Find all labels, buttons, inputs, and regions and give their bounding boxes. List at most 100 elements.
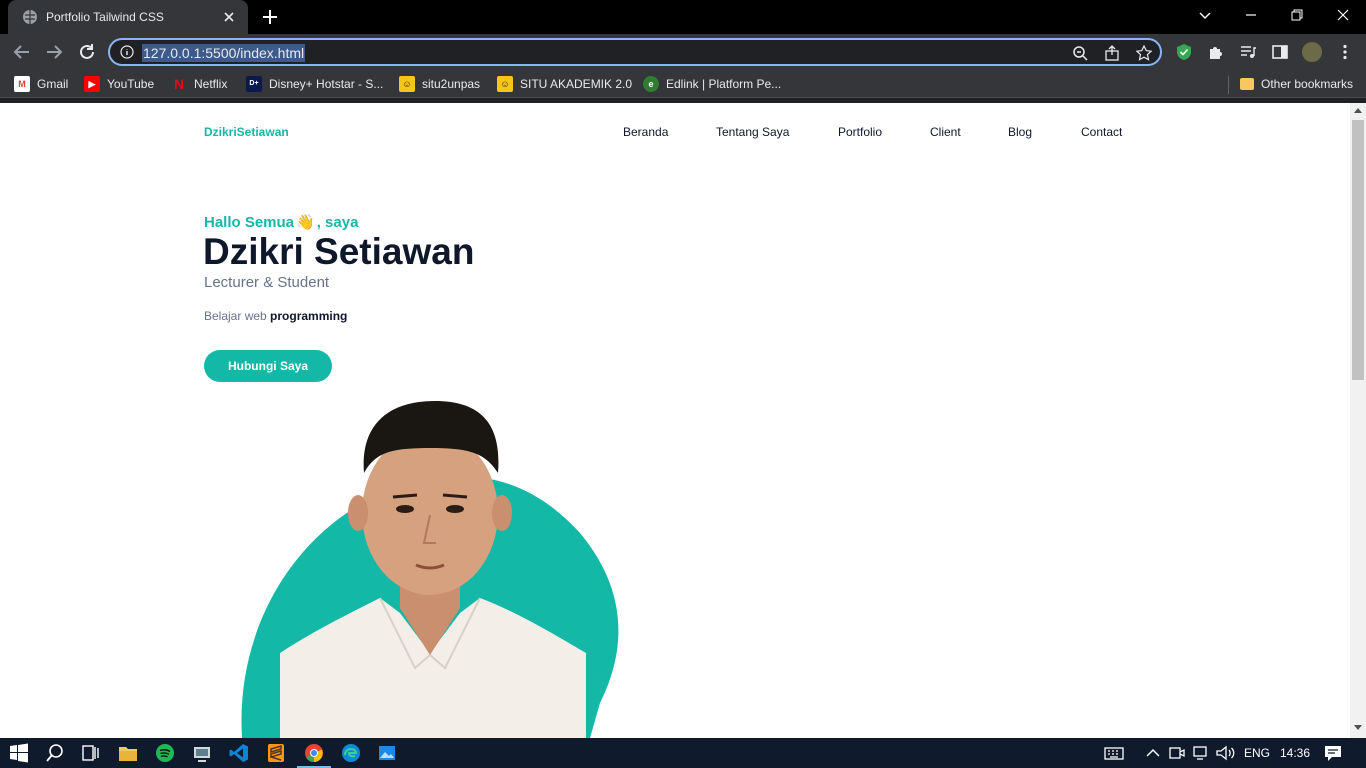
- tab-title: Portfolio Tailwind CSS: [46, 10, 164, 24]
- bookmark-youtube[interactable]: ▶ YouTube: [84, 75, 154, 93]
- file-explorer-icon[interactable]: [118, 743, 138, 763]
- hotstar-icon: D+: [246, 76, 262, 92]
- bookmarks-bar: M Gmail ▶ YouTube N Netflix D+ Disney+ Hotst…: [0, 70, 1366, 98]
- meet-now-icon[interactable]: [1167, 743, 1187, 763]
- nav-client[interactable]: Client: [930, 125, 961, 139]
- notifications-icon[interactable]: [1323, 743, 1343, 763]
- greeting-text: Hallo Semua: [204, 214, 295, 231]
- close-tab-icon[interactable]: [220, 8, 238, 26]
- bookmark-label: SITU AKADEMIK 2.0: [520, 77, 633, 91]
- nav-blog[interactable]: Blog: [1008, 125, 1032, 139]
- close-window-button[interactable]: [1320, 0, 1366, 30]
- adblock-shield-icon[interactable]: [1175, 43, 1193, 61]
- nav-tentang-saya[interactable]: Tentang Saya: [716, 125, 789, 139]
- tab-search-button[interactable]: [1182, 0, 1228, 30]
- hero-role: Lecturer & Student: [204, 274, 330, 291]
- nav-beranda[interactable]: Beranda: [623, 125, 668, 139]
- search-icon[interactable]: [45, 743, 65, 763]
- bookmark-hotstar[interactable]: D+ Disney+ Hotstar - S...: [246, 75, 383, 93]
- vscode-icon[interactable]: [229, 743, 249, 763]
- task-view-icon[interactable]: [80, 743, 100, 763]
- greeting-suffix: , saya: [316, 214, 359, 231]
- bookmark-label: YouTube: [107, 77, 155, 91]
- waving-hand-emoji: 👋: [296, 214, 315, 231]
- scrollbar-thumb[interactable]: [1352, 120, 1364, 380]
- share-icon[interactable]: [1104, 45, 1120, 61]
- scroll-up-icon[interactable]: [1354, 108, 1362, 113]
- close-icon: [1337, 9, 1349, 21]
- volume-icon[interactable]: [1215, 743, 1235, 763]
- bookmark-label: Edlink | Platform Pe...: [666, 77, 782, 91]
- keyboard-icon[interactable]: [1104, 743, 1124, 763]
- site-info-icon[interactable]: [120, 45, 134, 59]
- brand-logo[interactable]: DzikriSetiawan: [204, 125, 289, 139]
- extensions-puzzle-icon[interactable]: [1207, 43, 1225, 61]
- clock[interactable]: 14:36: [1280, 746, 1310, 760]
- windows-start-icon[interactable]: [9, 743, 29, 763]
- bookmark-label: Gmail: [37, 77, 69, 91]
- restore-icon: [1291, 9, 1303, 21]
- browser-tab[interactable]: Portfolio Tailwind CSS: [8, 0, 248, 34]
- description-text: Belajar web: [204, 309, 271, 323]
- chrome-icon[interactable]: [304, 743, 324, 763]
- spotify-icon[interactable]: [155, 743, 175, 763]
- new-tab-icon[interactable]: [260, 7, 280, 27]
- reload-icon[interactable]: [76, 41, 98, 63]
- bookmark-netflix[interactable]: N Netflix: [171, 75, 227, 93]
- forward-icon[interactable]: [43, 41, 65, 63]
- restore-button[interactable]: [1274, 0, 1320, 30]
- globe-icon: [23, 10, 37, 24]
- windows-taskbar: ENG 14:36: [0, 738, 1366, 768]
- netflix-icon: N: [173, 76, 185, 92]
- bookmark-star-icon[interactable]: [1136, 45, 1152, 61]
- sublime-text-icon[interactable]: [266, 743, 286, 763]
- situ-akademik-icon: ☺: [497, 76, 513, 92]
- bookmark-label: Disney+ Hotstar - S...: [269, 77, 384, 91]
- portrait-face: [362, 431, 498, 595]
- hero-portrait: [241, 401, 619, 738]
- contact-me-button[interactable]: Hubungi Saya: [204, 350, 332, 382]
- bookmark-label: Netflix: [194, 77, 228, 91]
- language-indicator[interactable]: ENG: [1244, 746, 1270, 760]
- bookmark-gmail[interactable]: M Gmail: [14, 75, 68, 93]
- menu-kebab-icon[interactable]: [1336, 43, 1354, 61]
- situ-icon: ☺: [399, 76, 415, 92]
- scroll-down-icon[interactable]: [1354, 725, 1362, 730]
- bookmark-situ-akademik[interactable]: ☺ SITU AKADEMIK 2.0: [497, 75, 632, 93]
- description-bold: programming: [270, 309, 348, 323]
- hero-description: Belajar web programming: [204, 309, 347, 323]
- page-viewport: DzikriSetiawan Beranda Tentang Saya Port…: [0, 103, 1350, 738]
- media-control-icon[interactable]: [1239, 43, 1257, 61]
- tab-strip: Portfolio Tailwind CSS: [0, 0, 1366, 34]
- bookmark-label: situ2unpas: [422, 77, 481, 91]
- hero-name: Dzikri Setiawan: [203, 231, 475, 272]
- other-bookmarks[interactable]: Other bookmarks: [1240, 75, 1353, 93]
- nav-contact[interactable]: Contact: [1081, 125, 1122, 139]
- folder-icon: [1240, 78, 1254, 90]
- browser-toolbar: 127.0.0.1:5500/index.html: [0, 34, 1366, 70]
- url-text[interactable]: 127.0.0.1:5500/index.html: [142, 44, 306, 62]
- chevron-up-icon[interactable]: [1143, 743, 1163, 763]
- other-bookmarks-label: Other bookmarks: [1261, 77, 1354, 91]
- gmail-icon: M: [14, 76, 30, 92]
- page-scrollbar[interactable]: [1350, 103, 1366, 738]
- address-bar[interactable]: 127.0.0.1:5500/index.html: [108, 38, 1162, 66]
- greeting: Hallo Semua 👋, saya: [204, 213, 358, 231]
- photos-app-icon[interactable]: [377, 743, 397, 763]
- chevron-down-icon: [1199, 12, 1211, 19]
- bookmark-separator: [1228, 76, 1229, 94]
- side-panel-icon[interactable]: [1271, 43, 1289, 61]
- edlink-icon: e: [643, 76, 659, 92]
- network-app-icon[interactable]: [192, 743, 212, 763]
- minimize-icon: [1246, 14, 1256, 16]
- bookmark-situ2unpas[interactable]: ☺ situ2unpas: [399, 75, 480, 93]
- bookmark-edlink[interactable]: e Edlink | Platform Pe...: [643, 75, 781, 93]
- nav-portfolio[interactable]: Portfolio: [838, 125, 882, 139]
- minimize-button[interactable]: [1228, 0, 1274, 30]
- zoom-icon[interactable]: [1072, 45, 1088, 61]
- youtube-icon: ▶: [84, 76, 100, 92]
- wifi-network-icon[interactable]: [1191, 743, 1211, 763]
- profile-avatar[interactable]: [1302, 42, 1322, 62]
- edge-icon[interactable]: [341, 743, 361, 763]
- back-icon[interactable]: [11, 41, 33, 63]
